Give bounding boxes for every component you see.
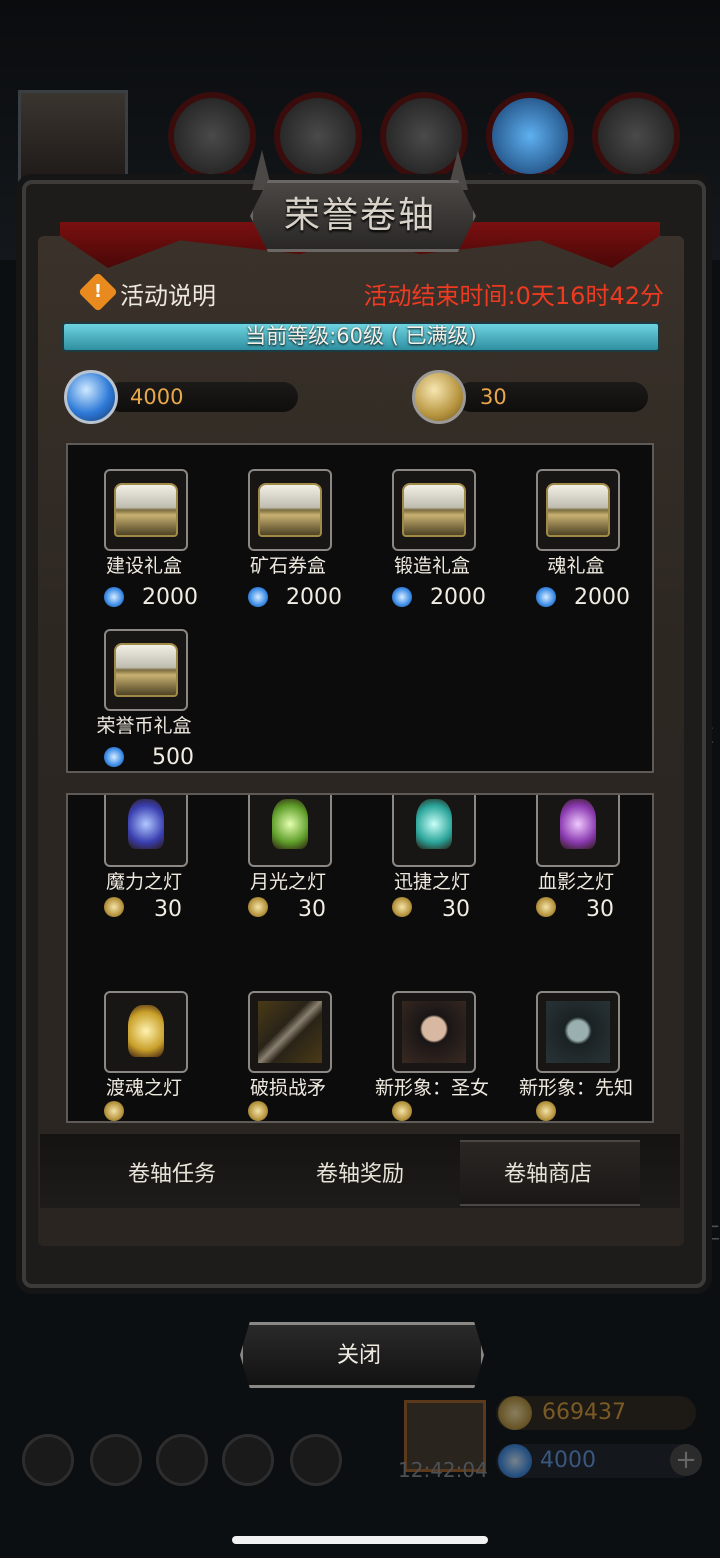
- gem-price-icon: [392, 587, 412, 607]
- box-price: 2000: [142, 585, 198, 610]
- shop-item-5[interactable]: [104, 991, 188, 1073]
- level-text: 当前等级:60级 ( 已满级): [245, 324, 477, 348]
- wood-resource-icon: [168, 92, 256, 180]
- shop-item-name: 血影之灯: [537, 871, 614, 893]
- prophet-portrait-icon: [546, 1001, 610, 1063]
- gem-amount: 4000: [540, 1448, 596, 1473]
- add-icon[interactable]: +: [670, 1444, 702, 1476]
- coin-price-icon: [104, 1101, 124, 1121]
- coin-price-icon: [248, 897, 268, 917]
- shop-item-name: 渡魂之灯: [105, 1077, 182, 1099]
- box-item-5[interactable]: [104, 629, 188, 711]
- shop-item-7[interactable]: [392, 991, 476, 1073]
- yellow-lantern-icon: [128, 1005, 164, 1057]
- box-price: 500: [152, 745, 194, 770]
- gem-price-icon: [248, 587, 268, 607]
- box-price: 2000: [286, 585, 342, 610]
- shop-item-2[interactable]: [248, 795, 332, 867]
- box-price: 2000: [430, 585, 486, 610]
- coin-price-icon: [536, 897, 556, 917]
- shop-item-name: 魔力之灯: [105, 871, 182, 893]
- coin-price-icon: [536, 1101, 556, 1121]
- shop-item-name: 破损战矛: [249, 1077, 326, 1099]
- purple-lantern-icon: [560, 799, 596, 849]
- crystal-resource-icon: [486, 92, 574, 180]
- event-info-link[interactable]: 活动说明: [120, 276, 216, 311]
- coin-balance: 30: [480, 385, 507, 409]
- box-name: 建设礼盒: [105, 555, 182, 577]
- coin-price-icon: [392, 1101, 412, 1121]
- stone-resource-icon: [592, 92, 680, 180]
- box-item-2[interactable]: [248, 469, 332, 551]
- gift-box-list[interactable]: 建设礼盒 2000 矿石券盒 2000 锻造礼盒 2000 魂礼盒 2000 荣…: [66, 443, 654, 773]
- star-icon[interactable]: [90, 1434, 142, 1486]
- event-end-time: 活动结束时间:0天16时42分: [363, 282, 664, 310]
- dialog-title: 荣誉卷轴: [283, 195, 436, 236]
- shop-item-name: 迅捷之灯: [393, 871, 470, 893]
- saint-portrait-icon: [402, 1001, 466, 1063]
- box-item-4[interactable]: [536, 469, 620, 551]
- tab-scroll-shop[interactable]: 卷轴商店: [458, 1156, 638, 1188]
- spear-icon: [258, 1001, 322, 1063]
- chest-icon: [402, 483, 466, 537]
- gold-amount: 669437: [542, 1400, 626, 1425]
- gem-icon: [498, 1444, 532, 1478]
- blue-lantern-icon: [128, 799, 164, 849]
- gem-price-icon: [536, 587, 556, 607]
- coin-price-icon: [248, 1101, 268, 1121]
- chest-icon: [114, 643, 178, 697]
- gem-price-icon: [104, 747, 124, 767]
- settings-icon[interactable]: [22, 1434, 74, 1486]
- cyan-lantern-icon: [416, 799, 452, 849]
- tab-scroll-tasks[interactable]: 卷轴任务: [82, 1156, 262, 1188]
- mail-icon[interactable]: [222, 1434, 274, 1486]
- close-button-label[interactable]: 关闭: [240, 1337, 478, 1369]
- shop-item-1[interactable]: [104, 795, 188, 867]
- chest-icon: [114, 483, 178, 537]
- coin-price-icon: [392, 897, 412, 917]
- shop-item-price: 30: [154, 897, 182, 922]
- gold-icon: [498, 1396, 532, 1430]
- shop-item-price: 30: [442, 897, 470, 922]
- shop-item-price: 30: [298, 897, 326, 922]
- coin-price-icon: [104, 897, 124, 917]
- honor-coin-icon: [412, 370, 466, 424]
- shop-item-6[interactable]: [248, 991, 332, 1073]
- chest-icon: [258, 483, 322, 537]
- clock: 12:42:04: [398, 1458, 488, 1482]
- box-name: 锻造礼盒: [393, 555, 470, 577]
- honor-gem-icon: [64, 370, 118, 424]
- box-price: 2000: [574, 585, 630, 610]
- box-name: 魂礼盒: [547, 555, 605, 577]
- plank-resource-icon: [274, 92, 362, 180]
- box-name: 矿石券盒: [249, 555, 326, 577]
- green-lantern-icon: [272, 799, 308, 849]
- shop-item-list[interactable]: 魔力之灯 30 月光之灯 30 迅捷之灯 30 血影之灯 30 渡魂之灯 破损战…: [66, 793, 654, 1123]
- chest-icon: [546, 483, 610, 537]
- box-name: 荣誉币礼盒: [96, 715, 192, 737]
- warning-mark: !: [93, 281, 103, 302]
- tab-scroll-rewards[interactable]: 卷轴奖励: [270, 1156, 450, 1188]
- gem-balance: 4000: [130, 385, 184, 409]
- shop-item-name: 月光之灯: [249, 871, 326, 893]
- shop-item-price: 30: [586, 897, 614, 922]
- box-item-1[interactable]: [104, 469, 188, 551]
- shop-item-8[interactable]: [536, 991, 620, 1073]
- home-indicator[interactable]: [232, 1536, 488, 1544]
- shop-item-4[interactable]: [536, 795, 620, 867]
- map-icon[interactable]: [156, 1434, 208, 1486]
- shop-item-name: 新形象：先知: [518, 1077, 633, 1099]
- shop-item-name: 新形象：圣女: [374, 1077, 489, 1099]
- chat-icon[interactable]: [290, 1434, 342, 1486]
- shop-item-3[interactable]: [392, 795, 476, 867]
- gem-price-icon: [104, 587, 124, 607]
- box-item-3[interactable]: [392, 469, 476, 551]
